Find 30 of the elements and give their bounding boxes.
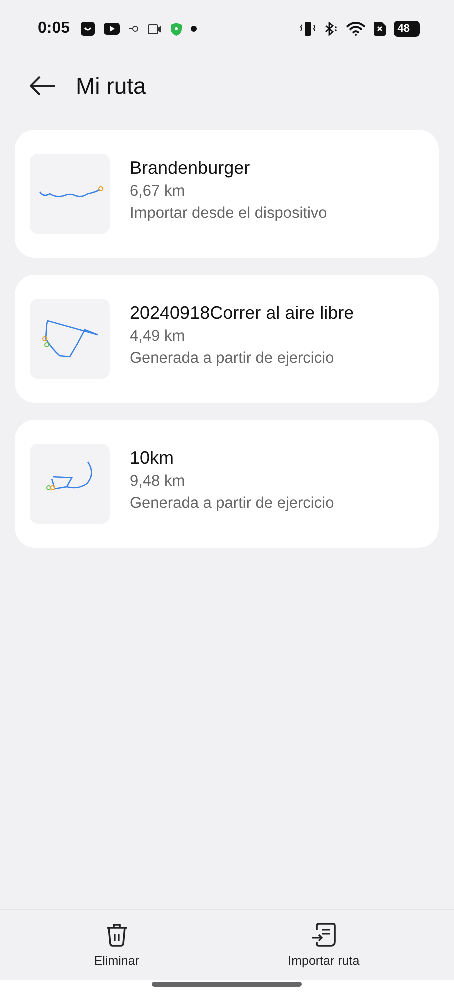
import-button[interactable]: Importar ruta: [288, 922, 360, 968]
vibrate-icon: [300, 22, 316, 36]
wifi-icon: [346, 22, 366, 36]
clock-time: 0:05: [38, 20, 70, 38]
page-title: Mi ruta: [76, 72, 146, 100]
route-card[interactable]: Brandenburger 6,67 km Importar desde el dispositivo: [15, 130, 439, 258]
route-distance: 4,49 km: [130, 328, 186, 346]
route-name: Brandenburger: [130, 158, 252, 178]
bluetooth-icon: [324, 22, 338, 36]
route-source: Importar desde el dispositivo: [130, 204, 328, 222]
battery-indicator: 48: [394, 21, 420, 37]
shield-icon: [171, 22, 182, 36]
no-sim-icon: [374, 22, 386, 36]
back-button[interactable]: [30, 76, 56, 96]
route-distance: 6,67 km: [130, 182, 186, 200]
app-icon: [81, 22, 96, 36]
route-source: Generada a partir de ejercicio: [130, 350, 336, 368]
route-source: Generada a partir de ejercicio: [130, 494, 334, 512]
dot-icon: [191, 26, 198, 32]
route-name: 20240918Correr al aire libre: [130, 302, 354, 324]
key-icon: [129, 25, 140, 33]
back-arrow-icon: [30, 76, 56, 96]
video-app-icon: [104, 23, 120, 35]
camera-icon: [148, 24, 162, 34]
route-card[interactable]: 10km 9,48 km Generada a partir de ejercicio: [15, 420, 439, 548]
route-card[interactable]: 20240918Correr al aire libre 4,49 km Generada a partir de ejercicio: [15, 275, 439, 403]
route-name: 10km: [130, 448, 176, 468]
route-distance: 9,48 km: [130, 472, 186, 490]
import-document-icon: [310, 922, 337, 948]
delete-button[interactable]: Eliminar: [94, 922, 140, 968]
